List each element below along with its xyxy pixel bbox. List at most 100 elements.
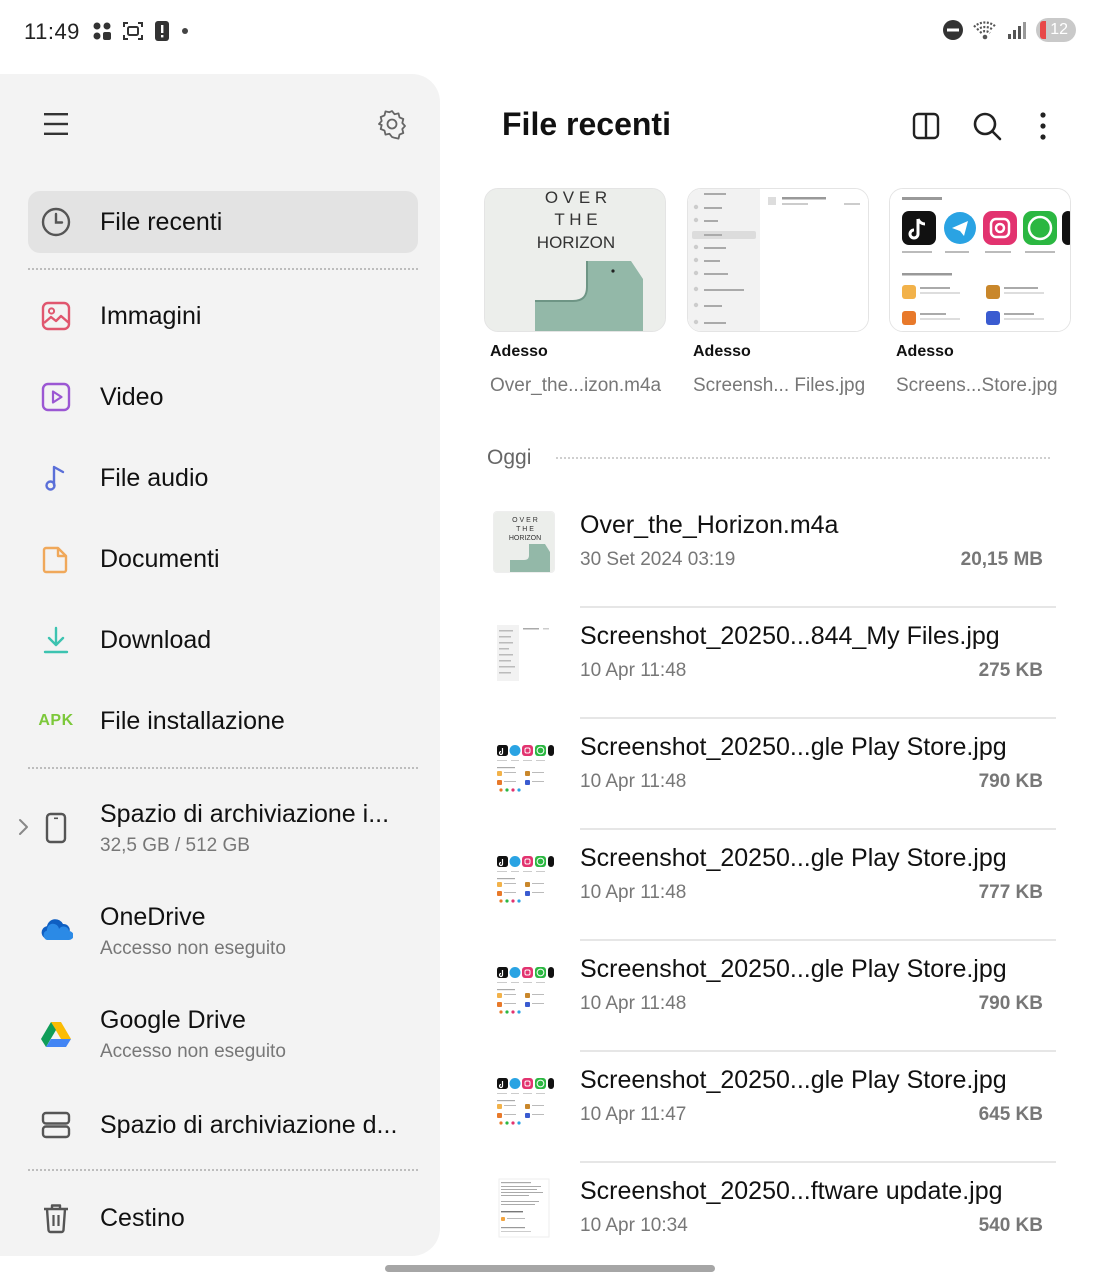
server-icon (28, 1110, 84, 1140)
storage-text: OneDrive Accesso non eseguito (100, 903, 286, 960)
trash-icon (28, 1202, 84, 1234)
sidebar-item-network-storage[interactable]: Spazio di archiviazione d... (28, 1094, 418, 1156)
menu-button[interactable] (38, 104, 74, 144)
sidebar-item-video[interactable]: Video (28, 366, 418, 428)
sidebar-item-label: Video (100, 382, 164, 411)
storage-label: OneDrive (100, 902, 206, 931)
file-row[interactable]: Screenshot_20250...gle Play Store.jpg 10 … (490, 719, 1056, 830)
sidebar-item-download[interactable]: Download (28, 609, 418, 671)
file-size: 790 KB (978, 993, 1043, 1014)
file-name: Screenshot_20250...844_My Files.jpg (580, 622, 1000, 650)
alert-notification-icon (155, 21, 169, 41)
hamburger-icon (44, 113, 68, 135)
file-date: 10 Apr 11:48 (580, 771, 687, 792)
document-icon (28, 544, 84, 574)
sidebar-item-documents[interactable]: Documenti (28, 528, 418, 590)
sidebar-item-audio[interactable]: File audio (28, 447, 418, 509)
status-left-icons (92, 20, 190, 42)
apk-icon: APK (28, 712, 84, 730)
file-row[interactable]: Screenshot_20250...gle Play Store.jpg 10 … (490, 1052, 1056, 1163)
apk-icon-text: APK (38, 712, 74, 729)
battery-indicator: 12 (1036, 18, 1076, 42)
file-row[interactable]: Screenshot_20250...ftware update.jpg 10 A… (490, 1163, 1056, 1274)
sidebar-item-onedrive[interactable]: OneDrive Accesso non eseguito (28, 899, 418, 963)
page-title: File recenti (502, 106, 671, 142)
screenshot-thumbnail (493, 1066, 555, 1128)
screenshot-thumbnail (493, 955, 555, 1017)
sidebar-item-label: File recenti (100, 207, 223, 236)
more-options-button[interactable] (1023, 106, 1063, 146)
home-gesture-bar[interactable] (385, 1265, 715, 1272)
file-name: Screenshot_20250...gle Play Store.jpg (580, 955, 1007, 983)
sidebar-item-apk[interactable]: APK File installazione (28, 690, 418, 752)
status-time: 11:49 (24, 19, 80, 44)
file-row[interactable]: Over_the_Horizon.m4a 30 Set 2024 03:19 20,… (490, 497, 1056, 608)
music-note-icon (28, 463, 84, 493)
recent-thumb-caption: Adesso (896, 343, 954, 360)
recent-thumb-myfiles-screenshot[interactable] (687, 188, 869, 332)
section-header-today: Oggi (487, 446, 532, 469)
dot-icon (182, 28, 188, 34)
gear-icon (378, 110, 406, 140)
storage-status: Accesso non eseguito (100, 1040, 286, 1062)
sidebar-item-trash[interactable]: Cestino (28, 1187, 418, 1249)
divider (28, 268, 418, 270)
sidebar-item-label: Documenti (100, 544, 220, 573)
video-icon (28, 382, 84, 412)
sidebar-item-label: File installazione (100, 706, 285, 735)
battery-level: 12 (1050, 21, 1068, 38)
recent-thumb-album[interactable]: O V E R T H E HORIZON (484, 188, 666, 332)
file-name: Over_the_Horizon.m4a (580, 511, 839, 539)
divider (28, 767, 418, 769)
sidebar-item-internal-storage[interactable]: Spazio di archiviazione i... 32,5 GB / 5… (28, 796, 418, 860)
google-drive-icon (28, 1020, 84, 1048)
file-row[interactable]: Screenshot_20250...gle Play Store.jpg 10 … (490, 830, 1056, 941)
file-date: 10 Apr 11:48 (580, 882, 687, 903)
status-bar: 11:49 12 (0, 0, 1100, 66)
screenshot-thumbnail (493, 622, 555, 684)
onedrive-icon (28, 919, 84, 943)
screenshot-preview-image (688, 189, 868, 331)
album-art-line-3: HORIZON (537, 233, 615, 252)
file-size: 20,15 MB (960, 549, 1043, 570)
status-right-icons: 12 (942, 18, 1076, 42)
file-size: 777 KB (978, 882, 1043, 903)
sidebar-item-images[interactable]: Immagini (28, 285, 418, 347)
file-size: 540 KB (978, 1215, 1043, 1236)
more-vertical-icon (1040, 112, 1046, 140)
sidebar-item-label: Spazio di archiviazione d... (100, 1110, 398, 1139)
file-date: 10 Apr 11:48 (580, 660, 687, 681)
file-name: Screenshot_20250...gle Play Store.jpg (580, 733, 1007, 761)
search-icon (973, 112, 1002, 141)
file-name: Screenshot_20250...gle Play Store.jpg (580, 844, 1007, 872)
recent-thumb-filename: Over_the...izon.m4a (490, 375, 662, 396)
screenshot-notification-icon (123, 22, 143, 40)
search-button[interactable] (967, 106, 1007, 146)
file-date: 30 Set 2024 03:19 (580, 549, 736, 570)
recent-thumb-playstore-screenshot[interactable] (889, 188, 1071, 332)
file-date: 10 Apr 11:47 (580, 1104, 687, 1125)
file-date: 10 Apr 11:48 (580, 993, 687, 1014)
album-art-line-1: O V E R (545, 189, 607, 207)
album-art-image: O V E R T H E HORIZON (485, 189, 665, 331)
file-row[interactable]: Screenshot_20250...844_My Files.jpg 10 Ap… (490, 608, 1056, 719)
screenshot-thumbnail (493, 1177, 555, 1239)
split-view-icon (912, 112, 940, 140)
sidebar-item-label: Immagini (100, 301, 202, 330)
split-view-button[interactable] (906, 106, 946, 146)
sidebar-item-google-drive[interactable]: Google Drive Accesso non eseguito (28, 1002, 418, 1066)
storage-label: Spazio di archiviazione i... (100, 799, 390, 828)
file-row[interactable]: Screenshot_20250...gle Play Store.jpg 10 … (490, 941, 1056, 1052)
section-divider (556, 457, 1050, 459)
file-size: 645 KB (978, 1104, 1043, 1125)
sidebar-item-recent[interactable]: File recenti (28, 191, 418, 253)
storage-usage: 32,5 GB / 512 GB (100, 834, 250, 856)
sidebar-item-label: File audio (100, 463, 209, 492)
signal-icon (1008, 22, 1027, 39)
file-size: 790 KB (978, 771, 1043, 792)
sidebar-item-label: Download (100, 625, 212, 654)
screenshot-preview-image (890, 189, 1070, 331)
settings-button[interactable] (372, 104, 412, 144)
album-art-line-2: T H E (554, 210, 597, 229)
album-thumbnail (493, 511, 555, 573)
